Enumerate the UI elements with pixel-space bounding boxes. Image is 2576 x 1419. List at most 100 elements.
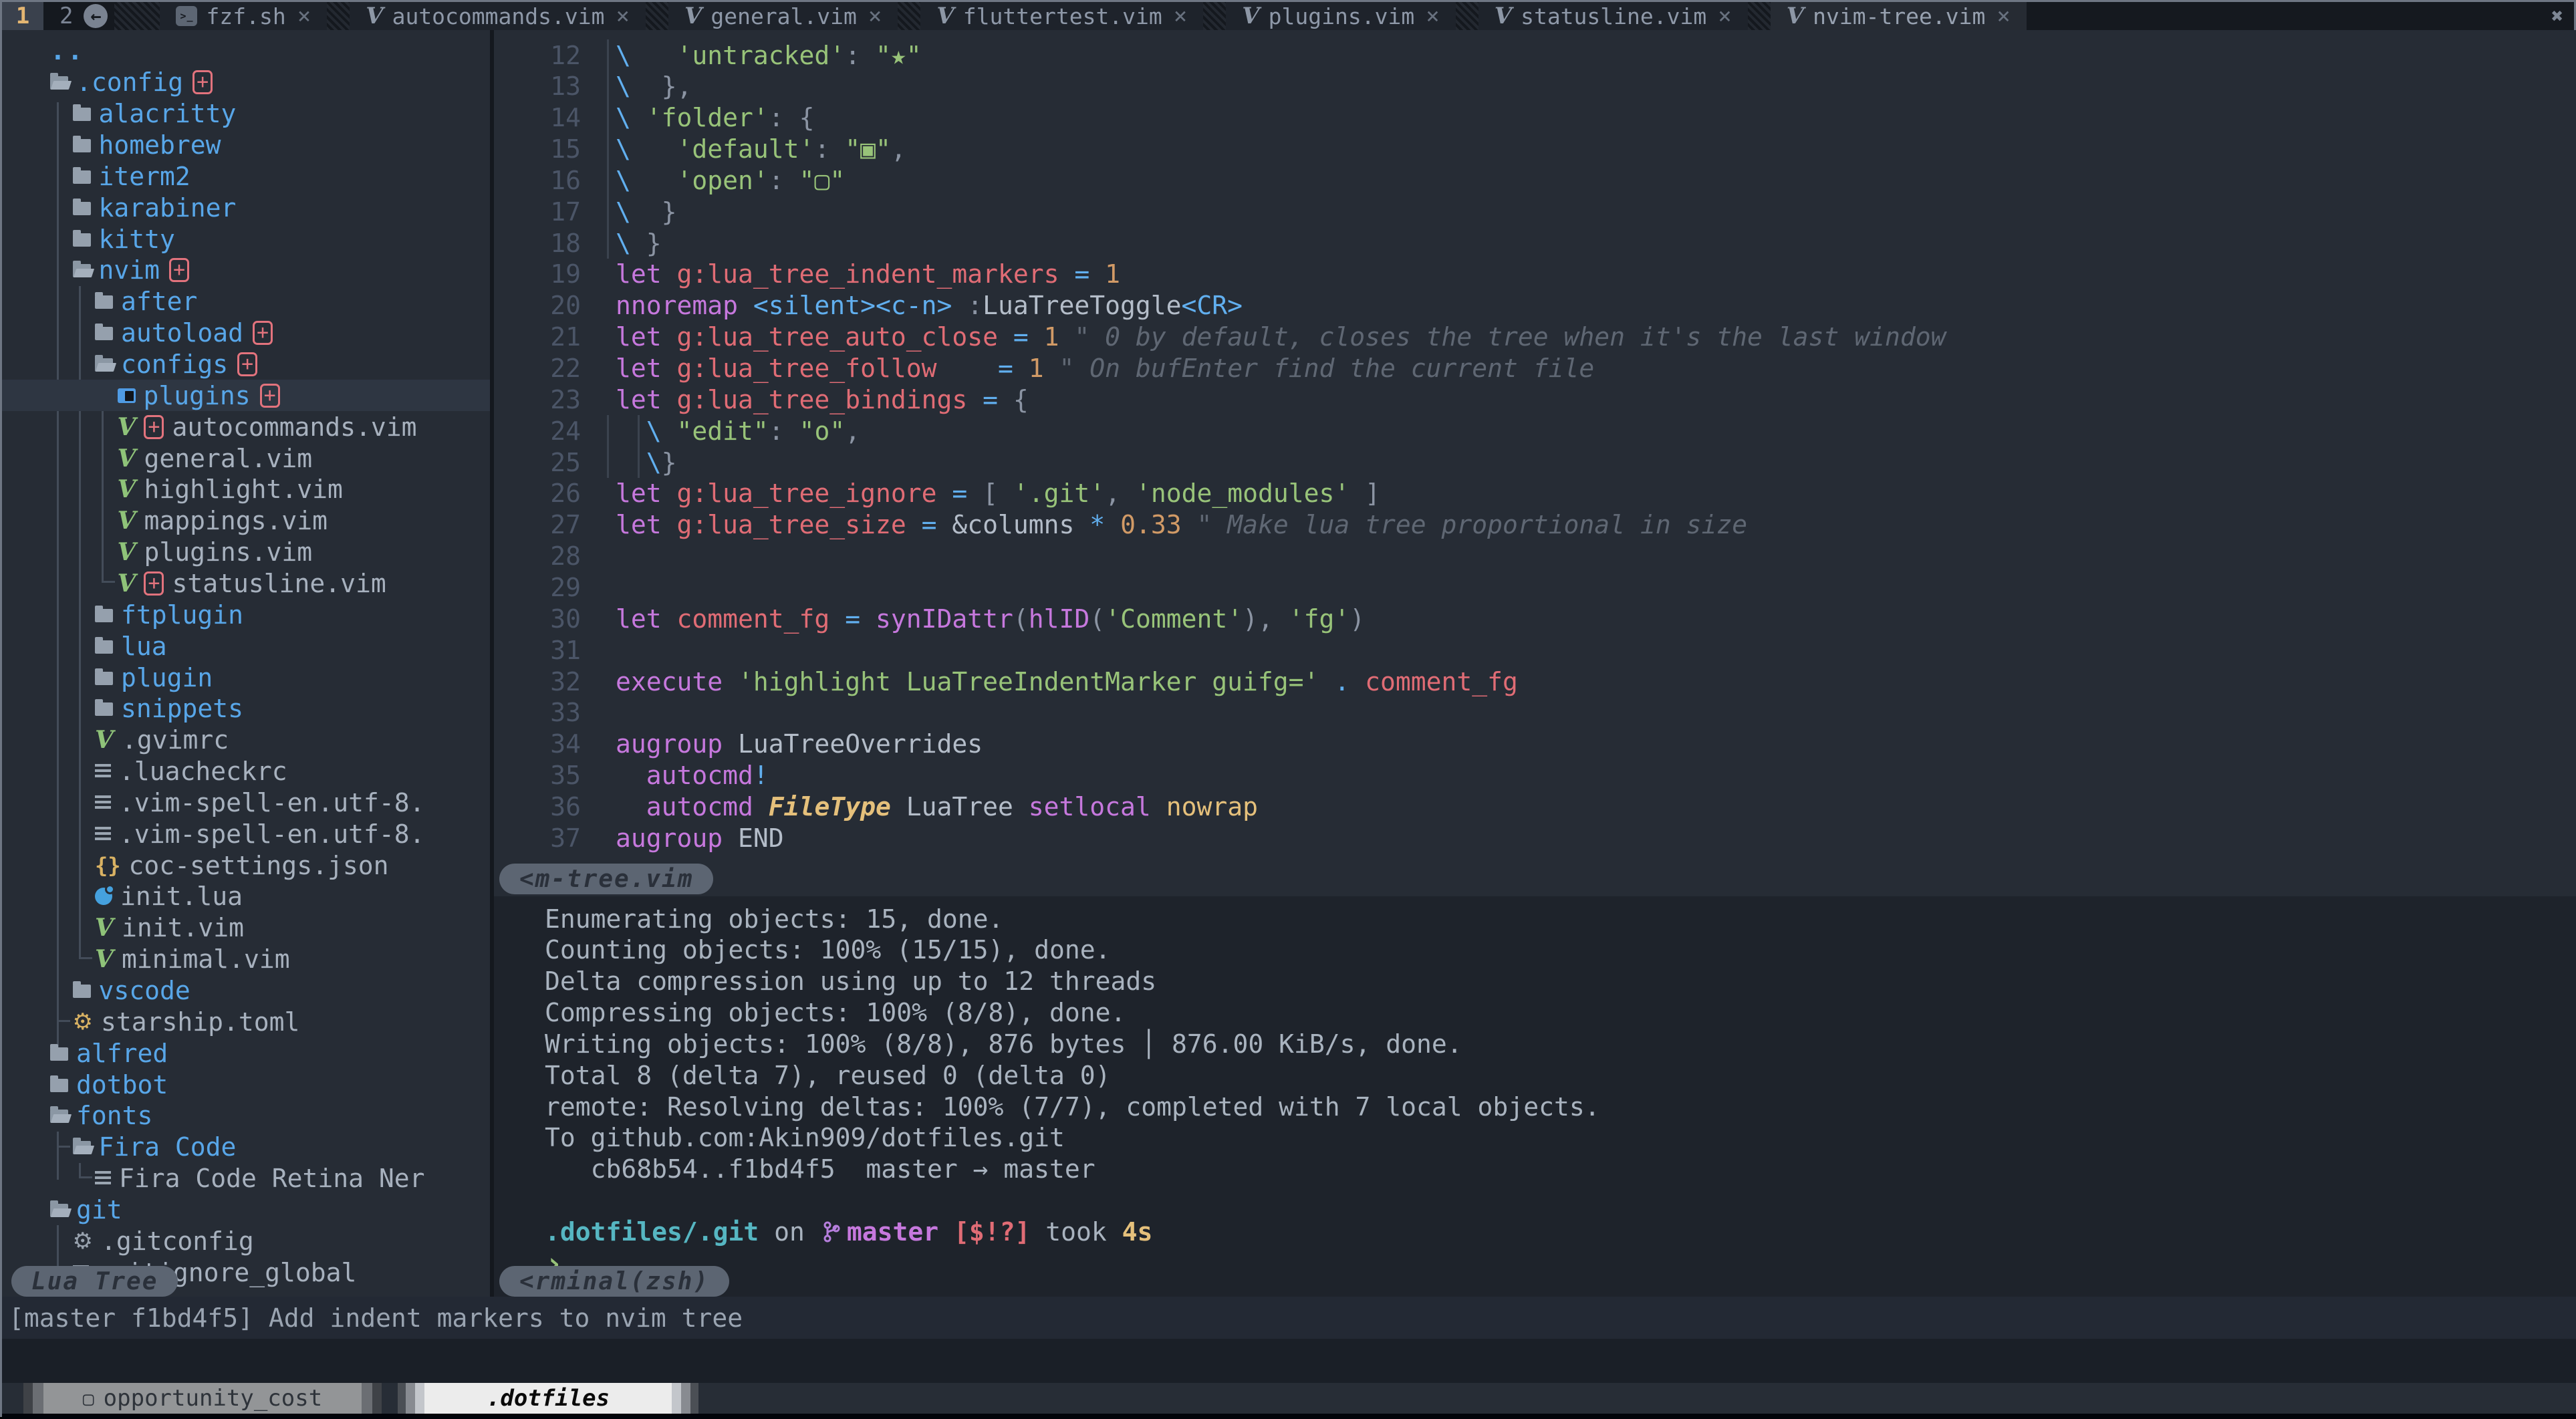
code-line-35[interactable]: 35 autocmd! (494, 760, 2576, 791)
tree-item-label: autoload (121, 318, 243, 348)
prompt-token: .dotfiles/.git (545, 1217, 759, 1247)
code-line-30[interactable]: 30let comment_fg = synIDattr(hlID('Comme… (494, 603, 2576, 634)
line-number: 12 (494, 41, 581, 70)
tree-item-vscode[interactable]: vscode (2, 975, 490, 1007)
code-line-12[interactable]: 12\ 'untracked': "★" (494, 39, 2576, 71)
code-line-22[interactable]: 22let g:lua_tree_follow = 1 " On bufEnte… (494, 353, 2576, 384)
code-line-32[interactable]: 32execute 'highlight LuaTreeIndentMarker… (494, 666, 2576, 697)
tmux-window-opportunity-cost[interactable]: ▢ opportunity_cost (23, 1383, 382, 1414)
screen-edge (2, 1414, 2576, 1419)
window-close-icon[interactable]: ✖ (2551, 2, 2563, 30)
code-line-37[interactable]: 37augroup END (494, 822, 2576, 854)
tab-number-2[interactable]: 2 (43, 2, 84, 30)
tree-item-after[interactable]: after (2, 286, 490, 317)
tab-number-1[interactable]: 1 (2, 2, 43, 30)
tree-item-.config[interactable]: .config+ (2, 67, 490, 98)
line-number: 24 (494, 416, 581, 446)
code-line-27[interactable]: 27let g:lua_tree_size = &columns * 0.33 … (494, 509, 2576, 541)
code-line-34[interactable]: 34augroup LuaTreeOverrides (494, 729, 2576, 760)
terminal-output-line: remote: Resolving deltas: 100% (7/7), co… (545, 1091, 1600, 1122)
code-line-17[interactable]: 17\ } (494, 196, 2576, 227)
tree-item-..[interactable]: .. (2, 35, 490, 67)
code-line-24[interactable]: 24 \ "edit": "o", (494, 415, 2576, 446)
code-line-18[interactable]: 18\ } (494, 227, 2576, 259)
tree-item-mappings.vim[interactable]: Vmappings.vim (2, 505, 490, 537)
tree-item-.vim-spell-en.utf-8.[interactable]: .vim-spell-en.utf-8. (2, 818, 490, 850)
tab-autocommands.vim[interactable]: Vautocommands.vim× (350, 2, 646, 30)
tree-item-.vim-spell-en.utf-8.[interactable]: .vim-spell-en.utf-8. (2, 787, 490, 818)
tree-item-alacritty[interactable]: alacritty (2, 98, 490, 130)
tree-item-alfred[interactable]: alfred (2, 1037, 490, 1069)
tree-item-coc-settings.json[interactable]: {}coc-settings.json (2, 850, 490, 881)
tree-item-init.lua[interactable]: init.lua (2, 881, 490, 912)
code-line-31[interactable]: 31 (494, 634, 2576, 666)
tab-close-icon[interactable]: × (1718, 3, 1731, 29)
tree-item-snippets[interactable]: snippets (2, 693, 490, 725)
tab-fzf.sh[interactable]: >_fzf.sh× (160, 2, 327, 30)
tab-close-icon[interactable]: × (616, 3, 629, 29)
tree-item-git[interactable]: git (2, 1194, 490, 1225)
tree-item-plugin[interactable]: plugin (2, 662, 490, 693)
tab-general.vim[interactable]: Vgeneral.vim× (668, 2, 898, 30)
tab-close-icon[interactable]: × (297, 3, 311, 29)
back-arrow-icon[interactable]: ← (84, 4, 108, 28)
tmux-window-dotfiles[interactable]: .dotfiles (398, 1383, 698, 1414)
tree-item-statusline.vim[interactable]: V+statusline.vim (2, 567, 490, 599)
code-line-13[interactable]: 13\ }, (494, 71, 2576, 102)
tree-item-homebrew[interactable]: homebrew (2, 130, 490, 161)
tree-item-highlight.vim[interactable]: Vhighlight.vim (2, 474, 490, 505)
tab-close-icon[interactable]: × (1426, 3, 1439, 29)
prompt-token: on (759, 1217, 820, 1247)
tree-item-autoload[interactable]: autoload+ (2, 317, 490, 349)
code-line-28[interactable]: 28 (494, 541, 2576, 572)
tab-close-icon[interactable]: × (1174, 3, 1187, 29)
tab-statusline.vim[interactable]: Vstatusline.vim× (1478, 2, 1748, 30)
tab-nvim-tree.vim[interactable]: Vnvim-tree.vim× (1771, 2, 2027, 30)
code-line-26[interactable]: 26let g:lua_tree_ignore = [ '.git', 'nod… (494, 478, 2576, 509)
code-line-29[interactable]: 29 (494, 571, 2576, 603)
tab-plugins.vim[interactable]: Vplugins.vim× (1226, 2, 1455, 30)
tab-label: statusline.vim (1521, 3, 1706, 29)
tree-item-plugins[interactable]: plugins+ (2, 380, 490, 411)
tree-item-iterm2[interactable]: iterm2 (2, 160, 490, 192)
tree-item-plugins.vim[interactable]: Vplugins.vim (2, 537, 490, 568)
code-line-14[interactable]: 14\ 'folder': { (494, 102, 2576, 134)
code-line-19[interactable]: 19let g:lua_tree_indent_markers = 1 (494, 259, 2576, 290)
tabline-separator (1748, 2, 1771, 30)
tree-item-.gvimrc[interactable]: V.gvimrc (2, 725, 490, 756)
tree-item-fonts[interactable]: fonts (2, 1100, 490, 1132)
tree-item-Fira Code[interactable]: Fira Code (2, 1132, 490, 1163)
code-line-15[interactable]: 15\ 'default': "▣", (494, 134, 2576, 165)
tree-item-starship.toml[interactable]: ⚙starship.toml (2, 1006, 490, 1037)
tab-fluttertest.vim[interactable]: Vfluttertest.vim× (920, 2, 1203, 30)
code-line-33[interactable]: 33 (494, 697, 2576, 729)
code-line-16[interactable]: 16\ 'open': "▢" (494, 164, 2576, 196)
tree-item-autocommands.vim[interactable]: V+autocommands.vim (2, 411, 490, 442)
tree-item-minimal.vim[interactable]: Vminimal.vim (2, 944, 490, 975)
tree-item-Fira Code Retina Ner[interactable]: Fira Code Retina Ner (2, 1163, 490, 1194)
tree-item-lua[interactable]: lua (2, 630, 490, 662)
tab-close-icon[interactable]: × (868, 3, 882, 29)
tree-item-ftplugin[interactable]: ftplugin (2, 599, 490, 630)
tab-close-icon[interactable]: × (1997, 3, 2010, 29)
tree-item-kitty[interactable]: kitty (2, 223, 490, 255)
code-text: let g:lua_tree_size = &columns * 0.33 " … (616, 510, 1747, 539)
tree-item-karabiner[interactable]: karabiner (2, 192, 490, 223)
tree-item-init.vim[interactable]: Vinit.vim (2, 912, 490, 944)
prompt-token: [$!?] (938, 1217, 1030, 1247)
code-text: \ }, (616, 72, 692, 101)
tree-item-configs[interactable]: configs+ (2, 349, 490, 380)
tree-item-label: alacritty (99, 99, 237, 128)
code-line-25[interactable]: 25 \} (494, 446, 2576, 478)
tree-item-dotbot[interactable]: dotbot (2, 1069, 490, 1100)
tree-item-.luacheckrc[interactable]: .luacheckrc (2, 756, 490, 787)
tree-item-general.vim[interactable]: Vgeneral.vim (2, 442, 490, 474)
code-line-20[interactable]: 20nnoremap <silent><c-n> :LuaTreeToggle<… (494, 290, 2576, 321)
code-line-23[interactable]: 23let g:lua_tree_bindings = { (494, 384, 2576, 415)
tree-item-.gitconfig[interactable]: ⚙.gitconfig (2, 1225, 490, 1257)
terminal-output-line: Total 8 (delta 7), reused 0 (delta 0) (545, 1059, 1110, 1091)
code-line-36[interactable]: 36 autocmd FileType LuaTree setlocal now… (494, 791, 2576, 822)
tmux-status-bar: ▢ opportunity_cost .dotfiles (2, 1383, 2576, 1414)
code-line-21[interactable]: 21let g:lua_tree_auto_close = 1 " 0 by d… (494, 321, 2576, 353)
tree-item-nvim[interactable]: nvim+ (2, 255, 490, 286)
